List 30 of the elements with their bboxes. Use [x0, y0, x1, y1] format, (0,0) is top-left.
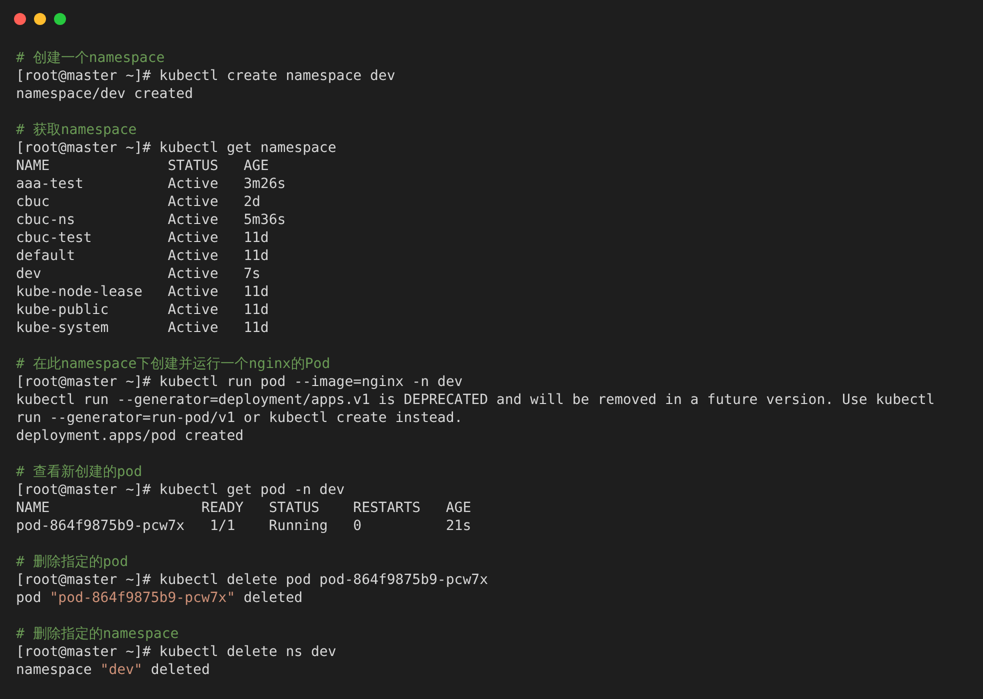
command-line: [root@master ~]# kubectl get pod -n dev [16, 481, 345, 499]
output-line: aaa-test Active 3m26s [16, 175, 286, 193]
output-line: kube-system Active 11d [16, 319, 269, 337]
output-line: cbuc-test Active 11d [16, 229, 269, 247]
output-line: kubectl run --generator=deployment/apps.v1 is DEPRECATED and will be removed in a future version. Use kubectl [16, 391, 935, 409]
output-line: dev Active 7s [16, 265, 260, 283]
command-line: [root@master ~]# kubectl get namespace [16, 139, 336, 157]
comment-line: # 在此namespace下创建并运行一个nginx的Pod [16, 355, 330, 373]
output-line: default Active 11d [16, 247, 269, 265]
command-line: [root@master ~]# kubectl delete ns dev [16, 643, 336, 661]
comment-line: # 查看新创建的pod [16, 463, 142, 481]
output-line: pod "pod-864f9875b9-pcw7x" deleted [16, 589, 303, 607]
output-line: run --generator=run-pod/v1 or kubectl create instead. [16, 409, 463, 427]
output-line: kube-public Active 11d [16, 301, 269, 319]
comment-line: # 获取namespace [16, 121, 137, 139]
output-line: cbuc Active 2d [16, 193, 260, 211]
output-line: namespace/dev created [16, 85, 194, 103]
output-line: NAME READY STATUS RESTARTS AGE [16, 499, 472, 517]
comment-line: # 创建一个namespace [16, 49, 165, 67]
command-line: [root@master ~]# kubectl create namespace dev [16, 67, 396, 85]
command-line: [root@master ~]# kubectl run pod --image=nginx -n dev [16, 373, 463, 391]
command-line: [root@master ~]# kubectl delete pod pod-864f9875b9-pcw7x [16, 571, 488, 589]
output-line: namespace "dev" deleted [16, 661, 210, 679]
output-line: kube-node-lease Active 11d [16, 283, 269, 301]
output-line: cbuc-ns Active 5m36s [16, 211, 286, 229]
output-line: deployment.apps/pod created [16, 427, 244, 445]
comment-line: # 删除指定的pod [16, 553, 128, 571]
comment-line: # 删除指定的namespace [16, 625, 179, 643]
output-line: NAME STATUS AGE [16, 157, 269, 175]
output-line: pod-864f9875b9-pcw7x 1/1 Running 0 21s [16, 517, 472, 535]
